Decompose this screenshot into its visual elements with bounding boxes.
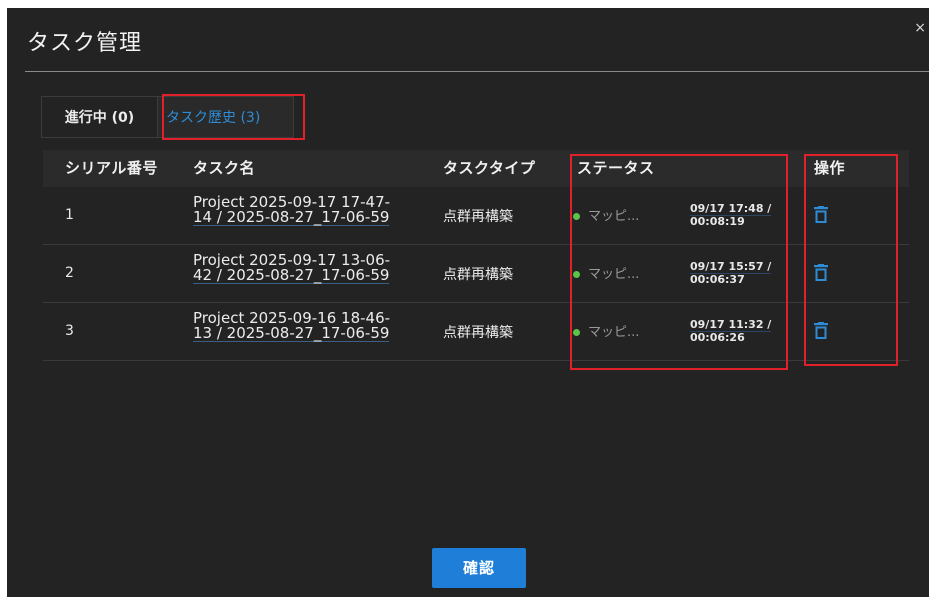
header-divider <box>25 71 929 72</box>
time-cell: 09/17 11:32 / 00:06:26 <box>690 319 772 344</box>
header-status: ステータス <box>577 159 655 177</box>
status-cell: マッピ... <box>573 321 639 340</box>
tab-bar: 進行中 (0) タスク歴史 (3) <box>41 96 294 140</box>
task-name-line2: 14 / 2025-08-27_17-06-59 <box>193 208 390 226</box>
header-serial: シリアル番号 <box>65 159 158 177</box>
close-icon[interactable]: × <box>914 20 926 36</box>
task-name-cell: Project 2025-09-17 17-47- 14 / 2025-08-2… <box>193 195 423 226</box>
status-dot-icon <box>573 271 580 278</box>
status-dot-icon <box>573 329 580 336</box>
dialog-title: タスク管理 <box>27 31 143 56</box>
trash-icon[interactable] <box>814 206 828 224</box>
serial-cell: 2 <box>65 265 74 281</box>
trash-icon[interactable] <box>814 322 828 340</box>
confirm-button[interactable]: 確認 <box>432 548 526 588</box>
status-text: マッピ... <box>588 209 640 224</box>
time-line2: 00:06:26 <box>690 331 745 344</box>
header-task-type: タスクタイプ <box>443 159 536 177</box>
task-type-cell: 点群再構築 <box>443 325 513 341</box>
serial-cell: 3 <box>65 323 74 339</box>
task-name-cell: Project 2025-09-16 18-46- 13 / 2025-08-2… <box>193 311 423 342</box>
serial-cell: 1 <box>65 207 74 223</box>
task-name-cell: Project 2025-09-17 13-06- 42 / 2025-08-2… <box>193 253 423 284</box>
task-type-cell: 点群再構築 <box>443 267 513 283</box>
status-cell: マッピ... <box>573 205 639 224</box>
task-type-cell: 点群再構築 <box>443 209 513 225</box>
status-cell: マッピ... <box>573 263 639 282</box>
time-line2: 00:06:37 <box>690 273 745 286</box>
time-line2: 00:08:19 <box>690 215 745 228</box>
trash-icon[interactable] <box>814 264 828 282</box>
header-actions: 操作 <box>814 159 846 177</box>
task-name-line2: 42 / 2025-08-27_17-06-59 <box>193 266 390 284</box>
status-text: マッピ... <box>588 325 640 340</box>
status-dot-icon <box>573 213 580 220</box>
status-text: マッピ... <box>588 267 640 282</box>
table-row: 3 Project 2025-09-16 18-46- 13 / 2025-08… <box>43 303 909 361</box>
tab-task-history[interactable]: タスク歴史 (3) <box>157 96 294 138</box>
table-row: 1 Project 2025-09-17 17-47- 14 / 2025-08… <box>43 187 909 245</box>
tab-in-progress[interactable]: 進行中 (0) <box>41 96 157 138</box>
task-management-dialog: タスク管理 × 進行中 (0) タスク歴史 (3) シリアル番号 タスク名 タス… <box>7 8 929 597</box>
task-name-line2: 13 / 2025-08-27_17-06-59 <box>193 324 390 342</box>
header-task-name: タスク名 <box>193 159 256 177</box>
table-header: シリアル番号 タスク名 タスクタイプ ステータス 操作 <box>43 150 909 187</box>
time-cell: 09/17 15:57 / 00:06:37 <box>690 261 772 286</box>
time-cell: 09/17 17:48 / 00:08:19 <box>690 203 772 228</box>
table-row: 2 Project 2025-09-17 13-06- 42 / 2025-08… <box>43 245 909 303</box>
